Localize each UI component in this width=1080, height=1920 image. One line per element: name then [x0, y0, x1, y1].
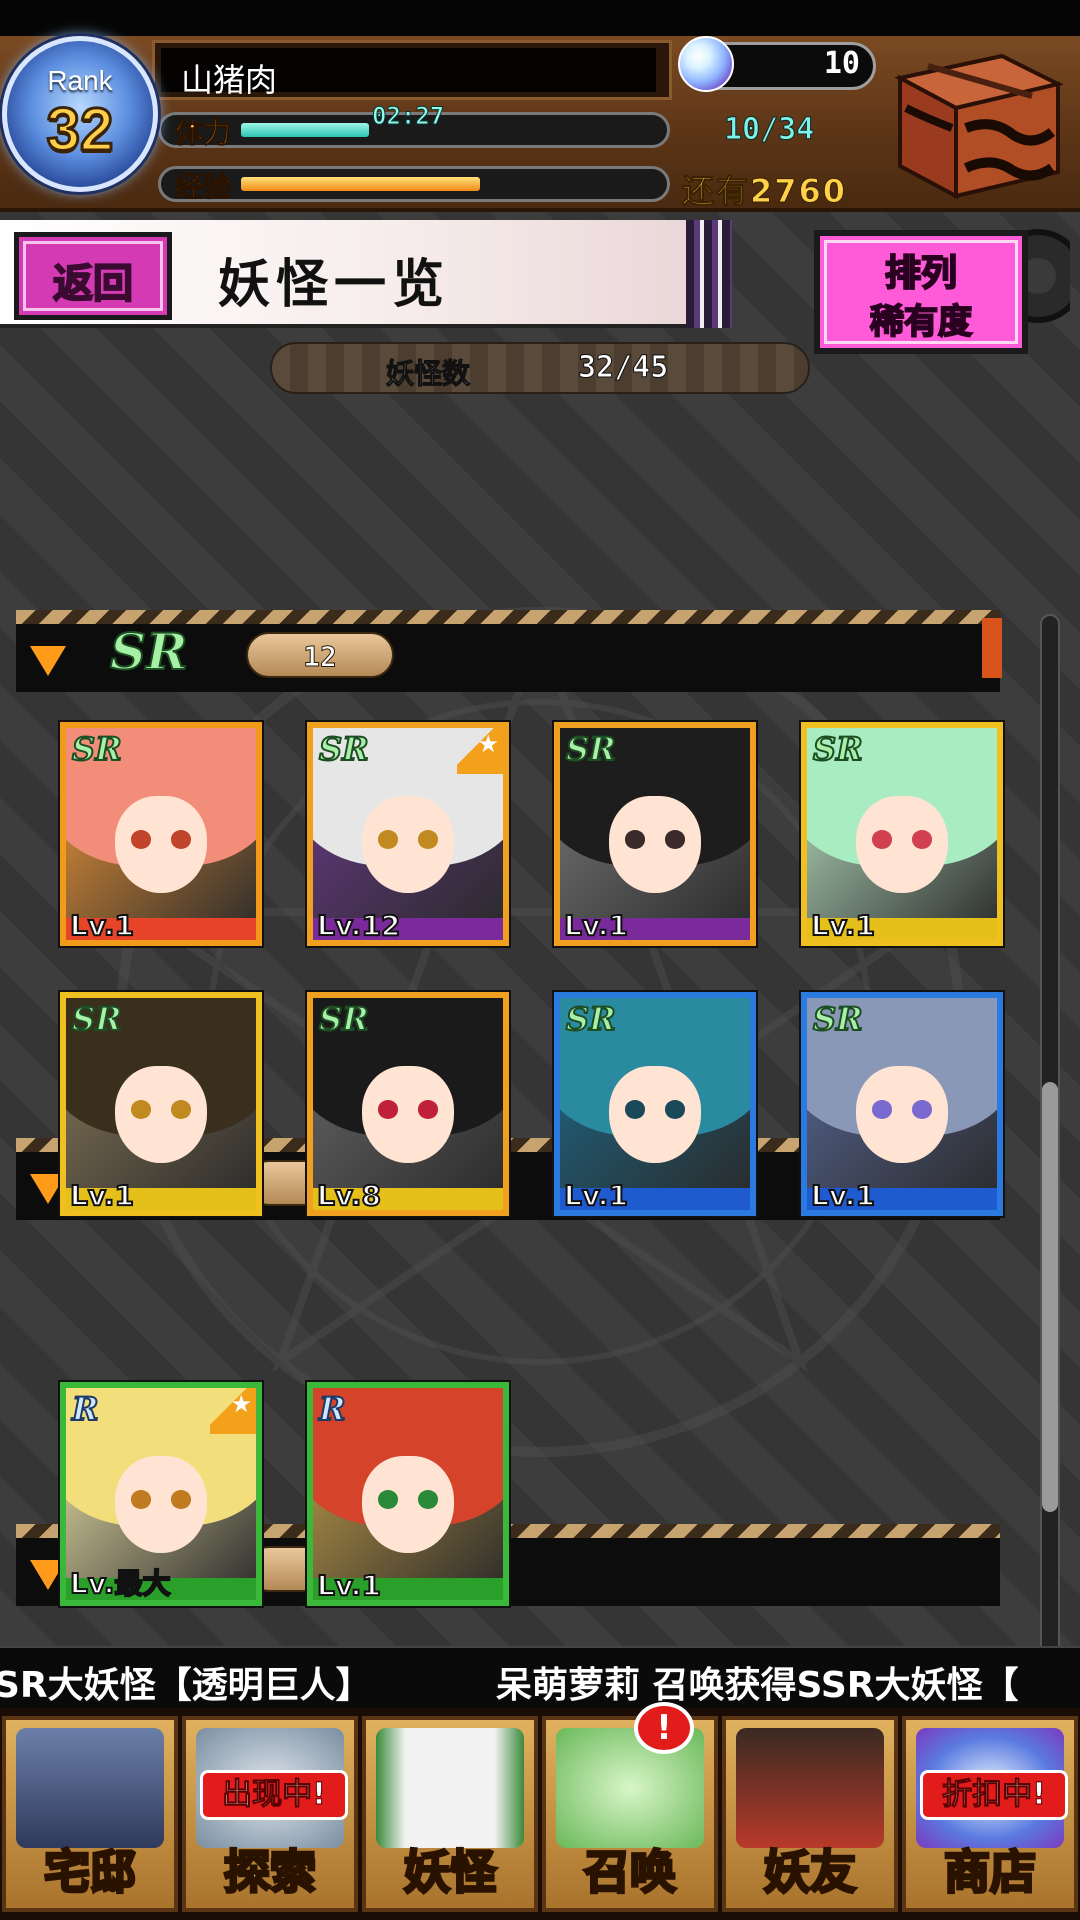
monster-card[interactable]: SR Lv.1: [801, 722, 1003, 946]
monster-card[interactable]: R Lv.最大: [60, 1382, 262, 1606]
level-label: Lv.1: [810, 1178, 876, 1212]
sort-button[interactable]: 排列 稀有度: [814, 230, 1028, 354]
scrollbar-thumb[interactable]: [1042, 1082, 1058, 1512]
level-label: Lv.12: [316, 908, 401, 942]
nav-item-monsters[interactable]: 妖怪: [362, 1716, 538, 1912]
stamina-timer: 02:27: [371, 102, 445, 131]
nav-label: 探索: [223, 1844, 318, 1901]
back-button[interactable]: 返回: [14, 232, 172, 320]
rarity-badge: SR: [318, 729, 370, 769]
collection-screen: 返回 妖怪一览 排列 稀有度 妖怪数 32/45 SR 12 R 2 N: [0, 212, 1080, 1854]
ticker-text-1: SR大妖怪【透明巨人】: [0, 1665, 372, 1706]
nav-item-mansion[interactable]: 宅邸: [2, 1716, 178, 1912]
friend-avatar-icon: [736, 1728, 884, 1848]
back-button-label: 返回: [52, 260, 134, 308]
level-label: Lv.最大: [69, 1566, 171, 1600]
level-label: Lv.1: [810, 908, 876, 942]
system-status-strip: [0, 0, 1080, 36]
monster-card[interactable]: SR Lv.1: [554, 992, 756, 1216]
level-label: Lv.1: [69, 1178, 135, 1212]
rarity-badge: SR: [318, 999, 370, 1039]
rarity-badge: SR: [565, 729, 617, 769]
sort-button-label: 排列: [884, 252, 958, 295]
section-rarity: SR: [109, 621, 189, 682]
monster-card[interactable]: SR Lv.8: [307, 992, 509, 1216]
alert-icon: !: [634, 1702, 694, 1754]
nav-label: 商店: [943, 1844, 1038, 1901]
level-label: Lv.1: [316, 1568, 382, 1602]
page-title: 妖怪一览: [218, 254, 451, 315]
mansion-icon: [16, 1728, 164, 1848]
gem-count: 10: [823, 46, 860, 81]
stamina-label: 体力: [174, 116, 232, 150]
nav-item-summon[interactable]: 召唤: [542, 1716, 718, 1912]
rarity-badge: SR: [812, 999, 864, 1039]
exp-remaining: 还有2760: [681, 172, 848, 211]
rank-badge[interactable]: Rank 32: [2, 36, 158, 192]
exp-bar: 经验: [158, 166, 670, 204]
stamina-fill: [241, 123, 369, 137]
crystal-orb-icon: [678, 36, 734, 92]
scroll-icon: [376, 1728, 524, 1848]
monster-card[interactable]: SR Lv.1: [60, 992, 262, 1216]
exp-fill: [241, 177, 480, 191]
player-name-box: 山猪肉: [152, 40, 672, 100]
nav-item-shop[interactable]: 折扣中! 商店: [902, 1716, 1078, 1912]
bottom-nav: 宅邸 出现中! 探索 妖怪 召唤 妖友 折扣中! 商店: [0, 1708, 1080, 1920]
rarity-badge: SR: [71, 729, 123, 769]
section-count: 12: [303, 640, 338, 674]
rarity-badge: SR: [812, 729, 864, 769]
level-label: Lv.8: [316, 1178, 382, 1212]
monster-card[interactable]: SR Lv.1: [60, 722, 262, 946]
rarity-badge: R: [71, 1389, 100, 1429]
monster-count-value: 32/45: [577, 350, 669, 386]
monster-card[interactable]: SR Lv.1: [554, 722, 756, 946]
treasure-chest-icon[interactable]: [882, 48, 1066, 204]
ticker-text-2: 呆萌萝莉 召唤获得SSR大妖怪【: [496, 1665, 1019, 1706]
sort-mode-label: 稀有度: [869, 301, 973, 343]
stamina-count: 10/34: [723, 112, 815, 148]
monster-card[interactable]: SR Lv.1: [801, 992, 1003, 1216]
monster-list[interactable]: SR 12 R 2 N 13 SRLv.1SRLv.12SRLv.1SRLv.1…: [0, 404, 1040, 1854]
monster-card[interactable]: SR Lv.12: [307, 722, 509, 946]
level-label: Lv.1: [563, 908, 629, 942]
news-ticker: SR大妖怪【透明巨人】 呆萌萝莉 召唤获得SSR大妖怪【: [0, 1646, 1080, 1708]
level-label: Lv.1: [69, 908, 135, 942]
event-tag: 出现中!: [200, 1770, 348, 1820]
star-icon: [210, 1388, 256, 1434]
player-name: 山猪肉: [181, 61, 278, 99]
nav-label: 妖怪: [403, 1844, 498, 1901]
nav-item-friends[interactable]: 妖友: [722, 1716, 898, 1912]
monster-card[interactable]: R Lv.1: [307, 1382, 509, 1606]
collapse-arrow-icon[interactable]: [30, 646, 66, 676]
rarity-badge: SR: [565, 999, 617, 1039]
nav-label: 宅邸: [43, 1844, 138, 1901]
monster-count: 妖怪数 32/45: [270, 342, 810, 394]
star-icon: [457, 728, 503, 774]
monster-count-label: 妖怪数: [385, 357, 471, 391]
exp-label: 经验: [174, 170, 232, 204]
rarity-badge: SR: [71, 999, 123, 1039]
title-banner-stripe: [686, 220, 732, 328]
section-header-sr[interactable]: SR 12: [16, 610, 1002, 692]
sale-tag: 折扣中!: [920, 1770, 1068, 1820]
rank-level: 32: [45, 95, 115, 165]
level-label: Lv.1: [563, 1178, 629, 1212]
rank-word: Rank: [47, 65, 113, 96]
nav-label: 妖友: [763, 1844, 858, 1901]
nav-item-explore[interactable]: 出现中! 探索: [182, 1716, 358, 1912]
rarity-badge: R: [318, 1389, 347, 1429]
nav-label: 召唤: [583, 1844, 678, 1901]
